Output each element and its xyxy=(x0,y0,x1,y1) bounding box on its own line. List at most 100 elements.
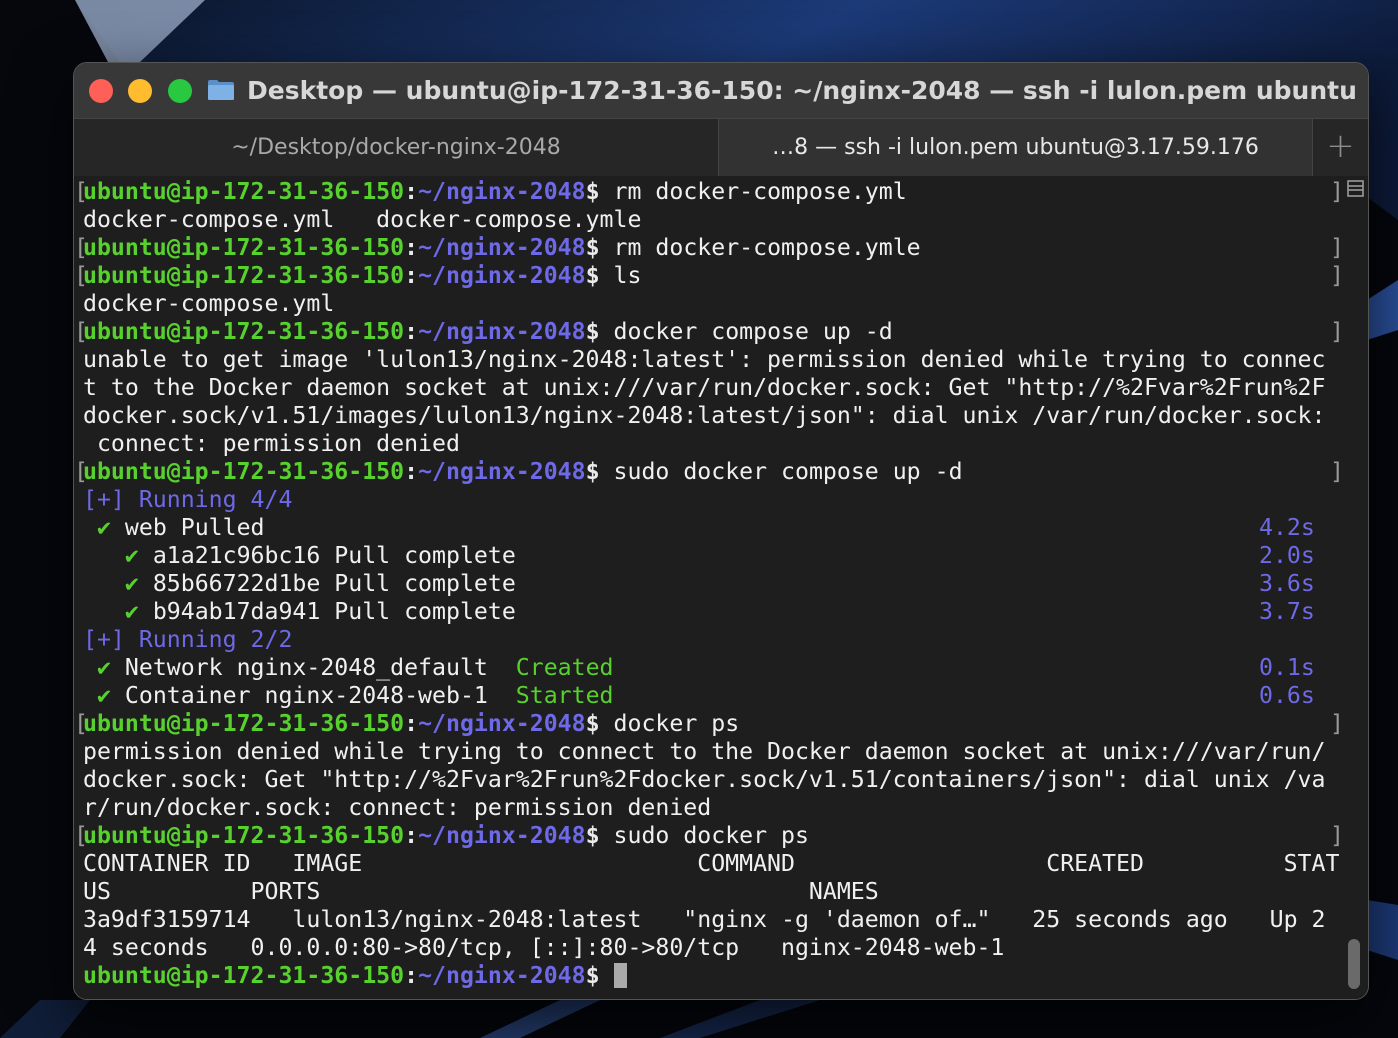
mark-bracket-right: ] xyxy=(1330,234,1344,261)
container-status: Started xyxy=(515,682,614,709)
prompt-separator: : xyxy=(404,710,419,737)
network-status: Created xyxy=(515,654,614,681)
folder-icon xyxy=(208,80,234,100)
prompt-user-host: ubuntu@ip-172-31-36-150 xyxy=(83,822,405,849)
mark-bracket-right: ] xyxy=(1330,458,1344,485)
mark-bracket-right: ] xyxy=(1330,318,1344,345)
prompt-separator: : xyxy=(404,458,419,485)
error-line: t to the Docker daemon socket at unix://… xyxy=(83,374,1326,401)
ps-header-line: CONTAINER ID IMAGE COMMAND CREATED STAT xyxy=(83,850,1340,877)
prompt-user-host: ubuntu@ip-172-31-36-150 xyxy=(83,710,405,737)
ps-row-line: 4 seconds 0.0.0.0:80->80/tcp, [::]:80->8… xyxy=(83,934,1005,961)
prompt-line: ubuntu@ip-172-31-36-150:~/nginx-2048$ rm… xyxy=(83,234,921,262)
mark-bracket-right: ] xyxy=(1330,822,1344,849)
pull-web-text: ✔ web Pulled xyxy=(96,514,265,541)
window-title: Desktop — ubuntu@ip-172-31-36-150: ~/ngi… xyxy=(247,76,1357,105)
mark-bracket-right: ] xyxy=(1330,262,1344,289)
compose-running-header: [+] Running 4/4 xyxy=(83,486,293,513)
new-tab-button[interactable]: + xyxy=(1313,119,1368,176)
timing-value: 3.6s xyxy=(1259,570,1315,597)
minimize-button[interactable] xyxy=(128,79,152,103)
prompt-path: ~/nginx-2048 xyxy=(418,178,586,205)
prompt-dollar: $ xyxy=(585,710,600,737)
timing-value: 4.2s xyxy=(1259,514,1315,541)
split-pane-icon[interactable] xyxy=(1347,180,1364,197)
command-text: ls xyxy=(599,262,642,289)
command-text: rm docker-compose.yml xyxy=(599,178,907,205)
prompt-separator: : xyxy=(404,262,419,289)
prompt-dollar: $ xyxy=(585,458,600,485)
error-line: r/run/docker.sock: connect: permission d… xyxy=(83,794,712,821)
command-text: sudo docker compose up -d xyxy=(599,458,963,485)
container-text: ✔ Container nginx-2048-web-1 xyxy=(96,682,516,709)
text-cursor xyxy=(613,963,627,988)
tab-docker-nginx-2048[interactable]: ~/Desktop/docker-nginx-2048 xyxy=(74,119,719,176)
scrollbar-thumb[interactable] xyxy=(1348,939,1360,989)
compose-network-line: ✔ Network nginx-2048_default Created xyxy=(83,654,614,682)
prompt-separator: : xyxy=(404,962,419,989)
command-text: sudo docker ps xyxy=(599,822,809,849)
ps-row-line: 3a9df3159714 lulon13/nginx-2048:latest "… xyxy=(83,906,1326,933)
command-text: docker ps xyxy=(599,710,740,737)
command-text: rm docker-compose.ymle xyxy=(599,234,921,261)
command-text xyxy=(600,962,614,989)
error-line: docker.sock/v1.51/images/lulon13/nginx-2… xyxy=(83,402,1326,429)
prompt-line: ubuntu@ip-172-31-36-150:~/nginx-2048$ rm… xyxy=(83,178,907,206)
prompt-separator: : xyxy=(404,234,419,261)
prompt-line: ubuntu@ip-172-31-36-150:~/nginx-2048$ do… xyxy=(83,318,893,346)
prompt-line: ubuntu@ip-172-31-36-150:~/nginx-2048$ ls xyxy=(83,262,641,290)
compose-running-header: [+] Running 2/2 xyxy=(83,626,293,653)
prompt-path: ~/nginx-2048 xyxy=(418,710,586,737)
timing-value: 3.7s xyxy=(1259,598,1315,625)
prompt-line: ubuntu@ip-172-31-36-150:~/nginx-2048$ do… xyxy=(83,710,739,738)
error-line: docker.sock: Get "http://%2Fvar%2Frun%2F… xyxy=(83,766,1326,793)
tab-ssh-session[interactable]: …8 — ssh -i lulon.pem ubuntu@3.17.59.176 xyxy=(719,119,1313,176)
timing-value: 0.1s xyxy=(1259,654,1315,681)
mark-bracket-right: ] xyxy=(1330,178,1344,205)
close-button[interactable] xyxy=(89,79,113,103)
command-text: docker compose up -d xyxy=(599,318,893,345)
prompt-user-host: ubuntu@ip-172-31-36-150 xyxy=(83,178,405,205)
prompt-path: ~/nginx-2048 xyxy=(418,458,586,485)
prompt-path: ~/nginx-2048 xyxy=(418,234,586,261)
compose-layer-line: ✔ b94ab17da941 Pull complete xyxy=(124,598,516,625)
prompt-dollar: $ xyxy=(585,962,600,989)
error-line: unable to get image 'lulon13/nginx-2048:… xyxy=(83,346,1326,373)
prompt-user-host: ubuntu@ip-172-31-36-150 xyxy=(83,458,405,485)
prompt-dollar: $ xyxy=(585,318,600,345)
compose-container-line: ✔ Container nginx-2048-web-1 Started xyxy=(83,682,614,710)
prompt-dollar: $ xyxy=(585,178,600,205)
zoom-button[interactable] xyxy=(168,79,192,103)
compose-layer-line: ✔ a1a21c96bc16 Pull complete xyxy=(124,542,516,569)
ps-header-line: US PORTS NAMES xyxy=(83,878,879,905)
compose-pull-web: ✔ web Pulled xyxy=(83,514,265,542)
prompt-user-host: ubuntu@ip-172-31-36-150 xyxy=(83,262,405,289)
output-line: docker-compose.yml docker-compose.ymle xyxy=(83,206,642,233)
terminal-window: Desktop — ubuntu@ip-172-31-36-150: ~/ngi… xyxy=(73,62,1369,1000)
prompt-separator: : xyxy=(404,822,419,849)
prompt-dollar: $ xyxy=(585,234,600,261)
prompt-user-host: ubuntu@ip-172-31-36-150 xyxy=(83,318,405,345)
tab-bar: ~/Desktop/docker-nginx-2048 …8 — ssh -i … xyxy=(74,118,1368,177)
timing-value: 0.6s xyxy=(1259,682,1315,709)
output-line: docker-compose.yml xyxy=(83,290,335,317)
terminal-output[interactable]: [ ubuntu@ip-172-31-36-150:~/nginx-2048$ … xyxy=(74,176,1368,999)
compose-layer-line: ✔ 85b66722d1be Pull complete xyxy=(124,570,516,597)
error-line: permission denied while trying to connec… xyxy=(83,738,1326,765)
prompt-separator: : xyxy=(404,318,419,345)
prompt-line: ubuntu@ip-172-31-36-150:~/nginx-2048$ su… xyxy=(83,458,963,486)
prompt-path: ~/nginx-2048 xyxy=(418,822,586,849)
prompt-path: ~/nginx-2048 xyxy=(418,962,586,989)
timing-value: 2.0s xyxy=(1259,542,1315,569)
prompt-dollar: $ xyxy=(585,822,600,849)
prompt-user-host: ubuntu@ip-172-31-36-150 xyxy=(83,962,405,989)
active-prompt-line[interactable]: ubuntu@ip-172-31-36-150:~/nginx-2048$ xyxy=(83,962,627,990)
error-line: connect: permission denied xyxy=(83,430,460,457)
title-bar: Desktop — ubuntu@ip-172-31-36-150: ~/ngi… xyxy=(74,63,1368,118)
prompt-line: ubuntu@ip-172-31-36-150:~/nginx-2048$ su… xyxy=(83,822,809,850)
prompt-path: ~/nginx-2048 xyxy=(418,262,586,289)
prompt-user-host: ubuntu@ip-172-31-36-150 xyxy=(83,234,405,261)
mark-bracket-right: ] xyxy=(1330,710,1344,737)
prompt-dollar: $ xyxy=(585,262,600,289)
prompt-separator: : xyxy=(404,178,419,205)
